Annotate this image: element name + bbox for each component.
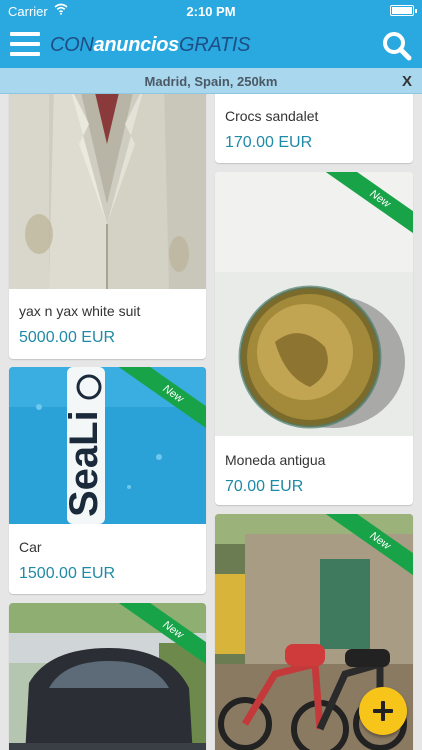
status-bar: Carrier 2:10 PM: [0, 0, 422, 22]
listing-photo-coin: New: [215, 172, 413, 436]
listing-card[interactable]: New Moneda antigua 70.00 EUR: [215, 172, 413, 505]
listing-card[interactable]: New: [9, 603, 206, 750]
location-filter-bar: Madrid, Spain, 250km X: [0, 68, 422, 94]
status-time: 2:10 PM: [186, 4, 236, 19]
listing-price: 70.00 EUR: [225, 478, 304, 495]
listing-price: 170.00 EUR: [225, 134, 313, 151]
search-icon[interactable]: [382, 31, 412, 61]
logo-part-gratis: GRATIS: [178, 34, 251, 56]
app-logo: CONanunciosGRATIS: [50, 34, 250, 57]
logo-part-anuncios: anuncios: [93, 34, 180, 56]
listing-price: 1500.00 EUR: [19, 565, 116, 582]
listing-title: Car: [19, 539, 42, 555]
listing-card[interactable]: Crocs sandalet 170.00 EUR: [215, 94, 413, 163]
svg-text:SeaLi: SeaLi: [62, 410, 106, 517]
listings-grid: yax n yax white suit 5000.00 EUR Crocs s…: [0, 94, 422, 750]
add-listing-button[interactable]: [359, 687, 407, 735]
top-bar: Carrier 2:10 PM CONanunciosGRATIS: [0, 0, 422, 68]
battery-icon: [390, 5, 417, 16]
listing-price: 5000.00 EUR: [19, 329, 116, 346]
listing-photo-car: New: [9, 603, 206, 750]
hamburger-menu-icon[interactable]: [10, 32, 40, 57]
listing-card[interactable]: SeaLi New Car 1500.00 EUR: [9, 367, 206, 594]
listing-title: Crocs sandalet: [225, 108, 319, 124]
clear-location-button[interactable]: X: [402, 73, 412, 90]
listing-title: yax n yax white suit: [19, 303, 141, 319]
listing-photo-sealine: SeaLi New: [9, 367, 206, 524]
logo-part-con: CON: [50, 34, 94, 56]
location-label[interactable]: Madrid, Spain, 250km: [0, 74, 422, 89]
listing-title: Moneda antigua: [225, 452, 326, 468]
listing-card[interactable]: yax n yax white suit 5000.00 EUR: [9, 94, 206, 359]
listing-photo-suit: [9, 94, 206, 289]
navigation-bar: CONanunciosGRATIS: [0, 22, 422, 68]
